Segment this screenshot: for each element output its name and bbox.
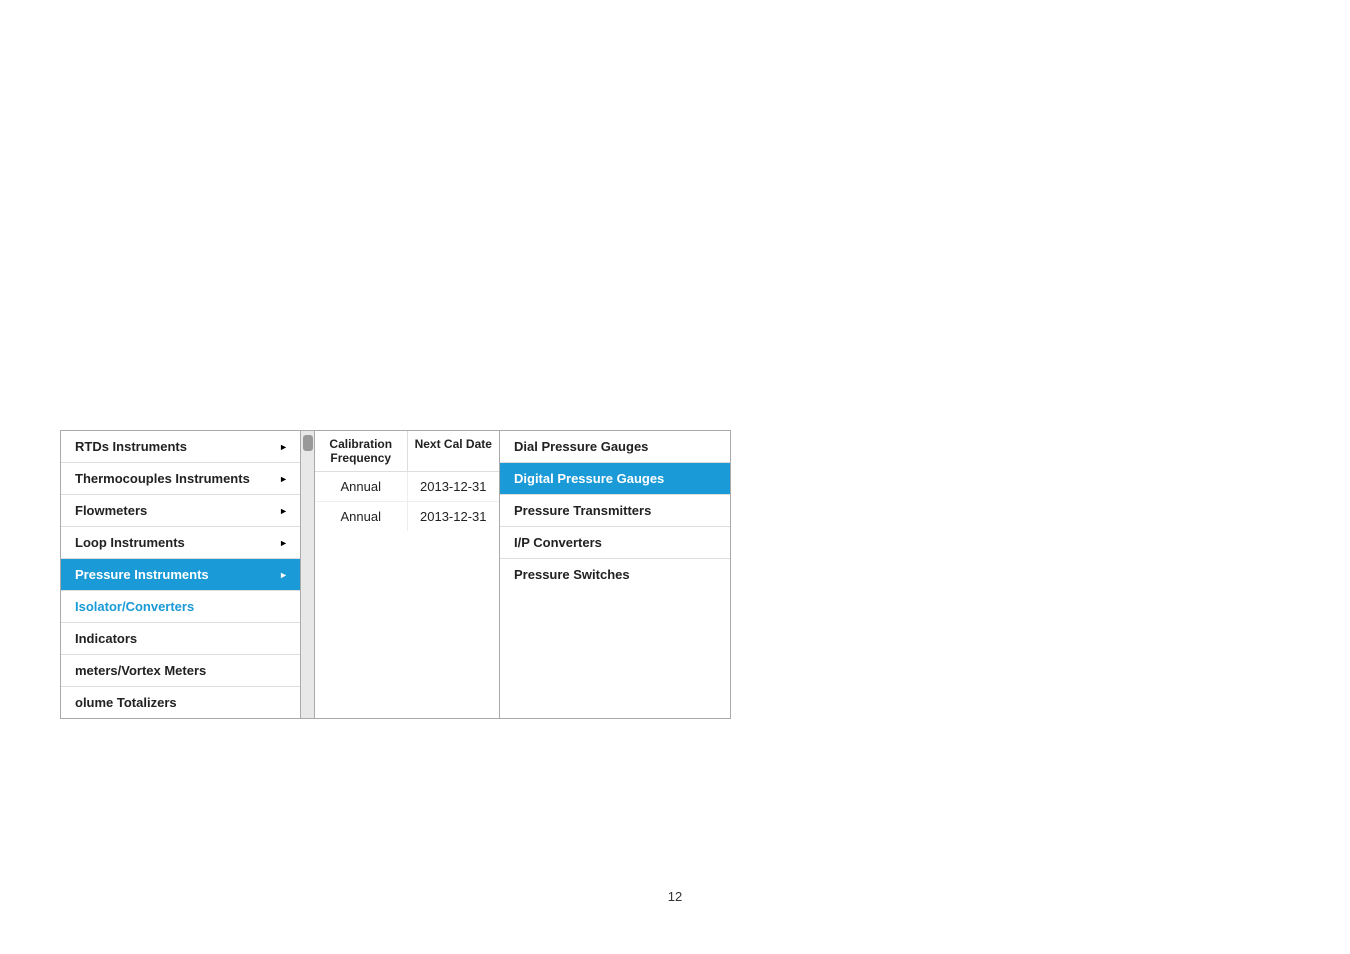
pressure-arrow: ► <box>279 570 288 580</box>
right-item-ip[interactable]: I/P Converters <box>500 527 730 559</box>
digital-label: Digital Pressure Gauges <box>514 471 664 486</box>
right-item-dial[interactable]: Dial Pressure Gauges <box>500 431 730 463</box>
page-container: RTDs Instruments ► Thermocouples Instrum… <box>0 0 1350 954</box>
menu-wrapper: RTDs Instruments ► Thermocouples Instrum… <box>60 430 731 719</box>
menu-item-meters[interactable]: meters/Vortex Meters <box>61 655 300 687</box>
page-number: 12 <box>668 889 682 904</box>
cal-freq-header: Calibration Frequency <box>315 431 408 471</box>
dial-label: Dial Pressure Gauges <box>514 439 648 454</box>
menu-item-rtds[interactable]: RTDs Instruments ► <box>61 431 300 463</box>
right-item-transmitters[interactable]: Pressure Transmitters <box>500 495 730 527</box>
calibration-column: Calibration Frequency Next Cal Date Annu… <box>315 431 500 718</box>
pressure-label: Pressure Instruments <box>75 567 209 582</box>
ip-label: I/P Converters <box>514 535 602 550</box>
scroll-thumb <box>303 435 313 451</box>
menu-item-pressure[interactable]: Pressure Instruments ► <box>61 559 300 591</box>
cal-row-1: Annual 2013-12-31 <box>315 472 499 502</box>
cal-row-2: Annual 2013-12-31 <box>315 502 499 531</box>
rtds-label: RTDs Instruments <box>75 439 187 454</box>
meters-label: meters/Vortex Meters <box>75 663 206 678</box>
menu-item-flowmeters[interactable]: Flowmeters ► <box>61 495 300 527</box>
rtds-arrow: ► <box>279 442 288 452</box>
cal-row2-date: 2013-12-31 <box>408 502 500 531</box>
isolator-label: Isolator/Converters <box>75 599 194 614</box>
scroll-column <box>301 431 315 718</box>
pressure-submenu-column: Dial Pressure Gauges Digital Pressure Ga… <box>500 431 730 718</box>
thermocouples-arrow: ► <box>279 474 288 484</box>
cal-row2-freq: Annual <box>315 502 408 531</box>
right-item-digital[interactable]: Digital Pressure Gauges <box>500 463 730 495</box>
menu-item-isolator[interactable]: Isolator/Converters <box>61 591 300 623</box>
cal-header-row: Calibration Frequency Next Cal Date <box>315 431 499 472</box>
thermocouples-label: Thermocouples Instruments <box>75 471 250 486</box>
right-item-switches[interactable]: Pressure Switches <box>500 559 730 590</box>
left-menu-column: RTDs Instruments ► Thermocouples Instrum… <box>61 431 301 718</box>
cal-date-header: Next Cal Date <box>408 431 500 471</box>
menu-item-thermocouples[interactable]: Thermocouples Instruments ► <box>61 463 300 495</box>
menu-item-volume[interactable]: olume Totalizers <box>61 687 300 718</box>
menu-item-loop[interactable]: Loop Instruments ► <box>61 527 300 559</box>
indicators-label: Indicators <box>75 631 137 646</box>
flowmeters-arrow: ► <box>279 506 288 516</box>
flowmeters-label: Flowmeters <box>75 503 147 518</box>
menu-item-indicators[interactable]: Indicators <box>61 623 300 655</box>
loop-label: Loop Instruments <box>75 535 185 550</box>
transmitters-label: Pressure Transmitters <box>514 503 651 518</box>
cal-row1-freq: Annual <box>315 472 408 501</box>
loop-arrow: ► <box>279 538 288 548</box>
switches-label: Pressure Switches <box>514 567 630 582</box>
volume-label: olume Totalizers <box>75 695 177 710</box>
cal-row1-date: 2013-12-31 <box>408 472 500 501</box>
